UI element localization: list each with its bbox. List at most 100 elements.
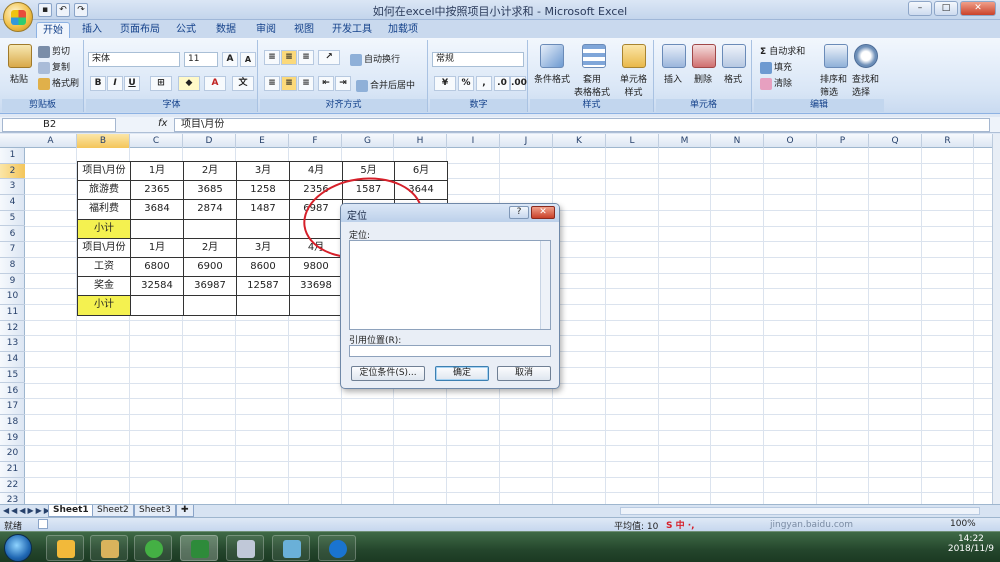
column-header-A[interactable]: A	[25, 134, 77, 148]
taskbar-app-2[interactable]	[90, 535, 128, 561]
row-header-10[interactable]: 10	[0, 289, 25, 305]
taskbar-app-excel[interactable]	[180, 535, 218, 561]
tab-formulas[interactable]: 公式	[170, 22, 202, 38]
row-header-16[interactable]: 16	[0, 384, 25, 400]
table-cell[interactable]	[236, 218, 290, 239]
underline-button[interactable]: U	[124, 76, 140, 91]
table-cell[interactable]: 1258	[236, 180, 290, 201]
tab-developer[interactable]: 开发工具	[326, 22, 378, 38]
table-cell[interactable]	[289, 295, 343, 316]
table-cell[interactable]	[236, 295, 290, 316]
align-center-icon[interactable]: ≡	[281, 76, 297, 91]
column-header-M[interactable]: M	[659, 134, 711, 148]
cut-button[interactable]: 剪切	[38, 44, 70, 58]
column-header-I[interactable]: I	[447, 134, 500, 148]
start-button[interactable]	[4, 534, 32, 562]
orientation-icon[interactable]: ↗	[318, 50, 340, 65]
sheet-tab-2[interactable]: Sheet2	[92, 505, 134, 517]
horizontal-scrollbar[interactable]	[620, 507, 980, 515]
align-middle-icon[interactable]: ≡	[281, 50, 297, 65]
table-cell[interactable]: 小计	[77, 218, 131, 239]
copy-button[interactable]: 复制	[38, 60, 70, 74]
insert-cells-button[interactable]: 插入	[664, 72, 682, 85]
table-cell[interactable]: 1487	[236, 199, 290, 220]
cell-styles-button[interactable]: 单元格 样式	[620, 72, 647, 98]
zoom-level[interactable]: 100%	[950, 519, 976, 529]
table-cell[interactable]: 2874	[183, 199, 237, 220]
table-cell[interactable]	[183, 218, 237, 239]
shrink-font-button[interactable]: A	[240, 52, 256, 67]
row-header-3[interactable]: 3	[0, 179, 25, 196]
format-cells-button[interactable]: 格式	[724, 72, 742, 85]
tab-view[interactable]: 视图	[288, 22, 320, 38]
tab-page-layout[interactable]: 页面布局	[114, 22, 166, 38]
bold-button[interactable]: B	[90, 76, 106, 91]
fill-button[interactable]: 填充	[760, 60, 792, 74]
decrease-indent-icon[interactable]: ⇤	[318, 76, 334, 91]
sort-filter-button[interactable]: 排序和 筛选	[820, 72, 847, 98]
align-bottom-icon[interactable]: ≡	[298, 50, 314, 65]
tab-addins[interactable]: 加载项	[382, 22, 424, 38]
table-cell[interactable]: 2月	[183, 237, 237, 258]
table-cell[interactable]: 3684	[130, 199, 184, 220]
vertical-scrollbar[interactable]	[992, 134, 1000, 504]
row-header-7[interactable]: 7	[0, 242, 25, 258]
column-header-G[interactable]: G	[342, 134, 394, 148]
table-cell[interactable]: 9800	[289, 257, 343, 278]
find-select-button[interactable]: 查找和 选择	[852, 72, 879, 98]
row-header-22[interactable]: 22	[0, 478, 25, 494]
delete-cells-button[interactable]: 删除	[694, 72, 712, 85]
tab-review[interactable]: 审阅	[250, 22, 282, 38]
sogou-ime-icon[interactable]: S 中 ·,	[666, 518, 695, 531]
row-header-1[interactable]: 1	[0, 148, 25, 164]
column-header-J[interactable]: J	[500, 134, 553, 148]
borders-button[interactable]: ⊞	[150, 76, 172, 91]
font-color-button[interactable]: A	[204, 76, 226, 91]
row-header-2[interactable]: 2	[0, 163, 25, 180]
number-format-select[interactable]: 常规	[432, 52, 524, 67]
row-header-21[interactable]: 21	[0, 462, 25, 478]
percent-icon[interactable]: %	[458, 76, 474, 91]
column-header-E[interactable]: E	[236, 134, 289, 148]
table-cell[interactable]: 2365	[130, 180, 184, 201]
column-header-D[interactable]: D	[183, 134, 236, 148]
column-header-N[interactable]: N	[711, 134, 764, 148]
currency-icon[interactable]: ¥	[434, 76, 456, 91]
tab-insert[interactable]: 插入	[76, 22, 108, 38]
table-cell[interactable]: 6900	[183, 257, 237, 278]
name-box[interactable]: B2	[2, 118, 116, 132]
dialog-help-button[interactable]: ?	[509, 206, 529, 219]
row-header-23[interactable]: 23	[0, 493, 25, 504]
row-header-15[interactable]: 15	[0, 368, 25, 384]
phonetic-button[interactable]: 文	[232, 76, 254, 91]
column-header-Q[interactable]: Q	[869, 134, 922, 148]
table-cell[interactable]: 1月	[130, 161, 184, 182]
table-cell[interactable]	[130, 295, 184, 316]
conditional-format-button[interactable]: 条件格式	[534, 72, 570, 85]
tab-data[interactable]: 数据	[210, 22, 242, 38]
insert-sheet-icon[interactable]: ✚	[176, 505, 194, 517]
table-cell[interactable]: 项目\月份	[77, 237, 131, 258]
column-header-P[interactable]: P	[817, 134, 869, 148]
row-header-17[interactable]: 17	[0, 399, 25, 415]
align-top-icon[interactable]: ≡	[264, 50, 280, 65]
formula-input[interactable]: 项目\月份	[174, 118, 990, 132]
taskbar-app-6[interactable]	[272, 535, 310, 561]
taskbar-app-1[interactable]	[46, 535, 84, 561]
increase-indent-icon[interactable]: ⇥	[335, 76, 351, 91]
insert-function-icon[interactable]: fx	[158, 118, 167, 129]
taskbar-app-7[interactable]	[318, 535, 356, 561]
table-cell[interactable]: 4月	[289, 161, 343, 182]
row-header-18[interactable]: 18	[0, 415, 25, 431]
grow-font-button[interactable]: A	[222, 52, 238, 67]
paste-button[interactable]: 粘贴	[10, 72, 28, 85]
font-size-select[interactable]: 11	[184, 52, 218, 67]
cancel-button[interactable]: 取消	[497, 366, 551, 381]
table-cell[interactable]	[183, 295, 237, 316]
autosum-button[interactable]: Σ 自动求和	[760, 44, 805, 57]
fill-color-button[interactable]: ◆	[178, 76, 200, 91]
table-cell[interactable]: 8600	[236, 257, 290, 278]
dialog-close-button[interactable]: ✕	[531, 206, 555, 219]
table-cell[interactable]: 36987	[183, 276, 237, 297]
table-cell[interactable]: 项目\月份	[77, 161, 131, 182]
